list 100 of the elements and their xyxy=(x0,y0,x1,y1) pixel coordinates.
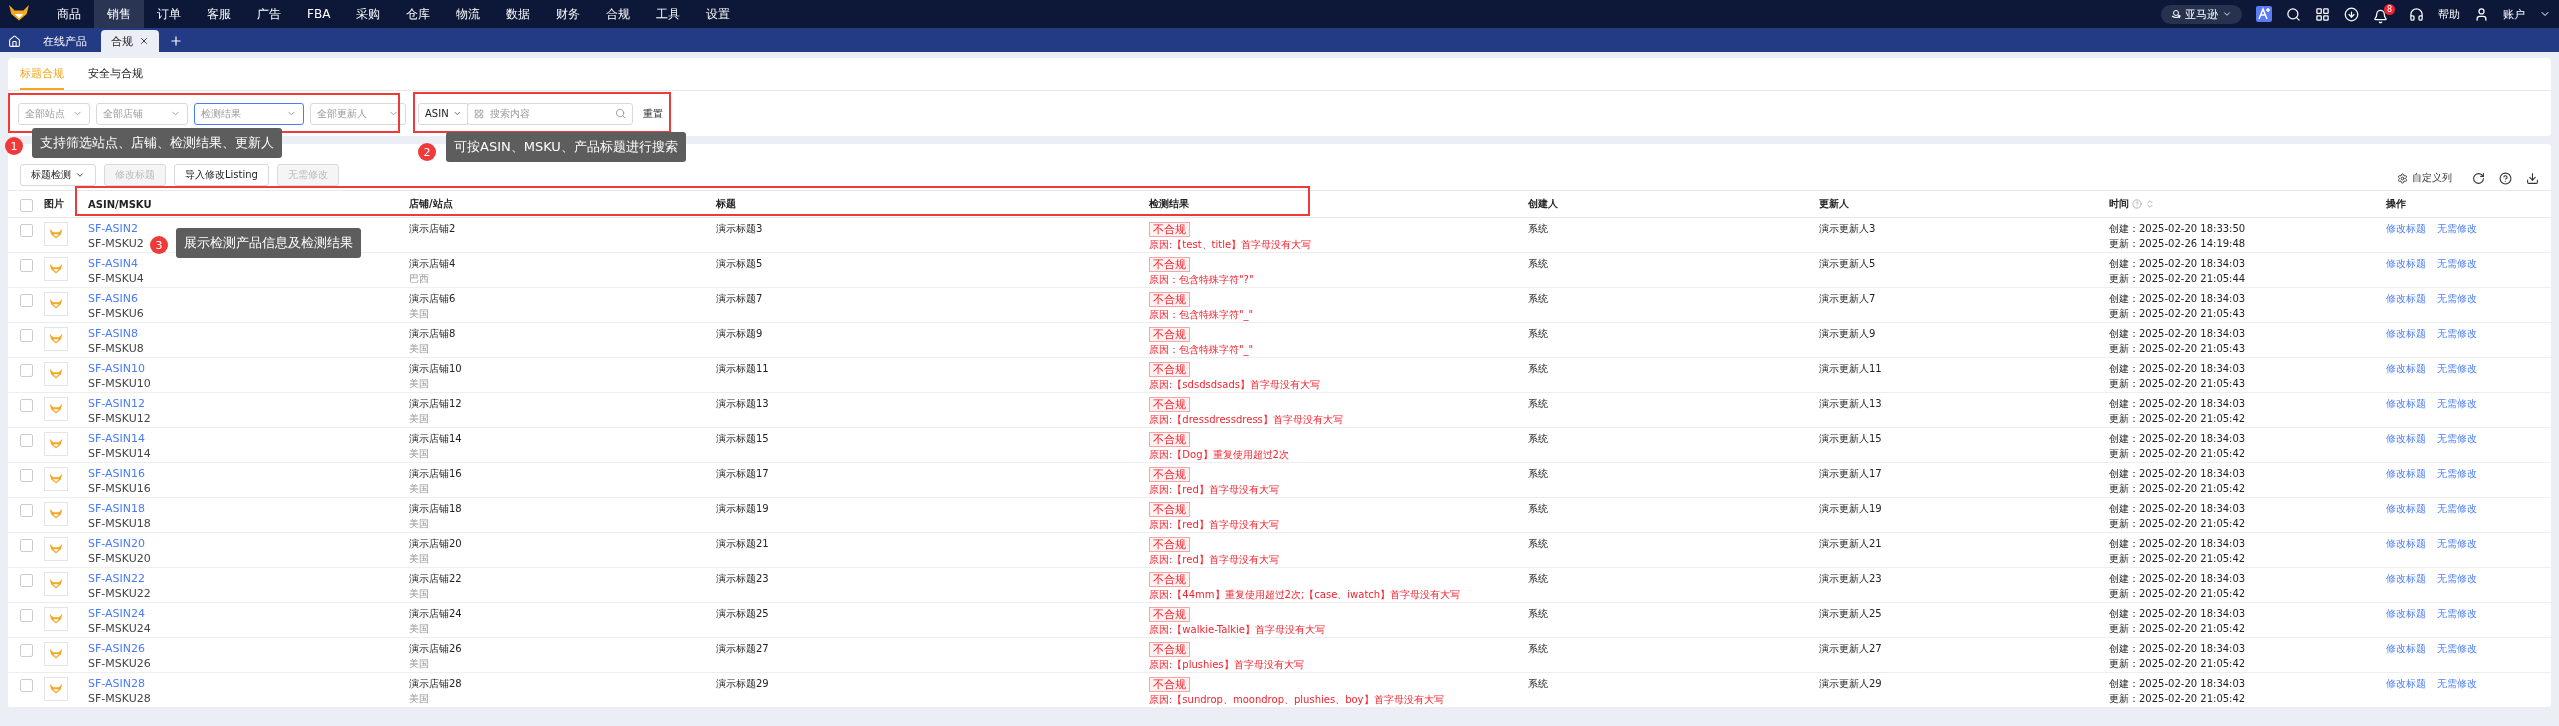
step-badge: 2 xyxy=(418,143,436,161)
filter-select[interactable]: 全部店铺 xyxy=(96,102,188,125)
action-link[interactable]: 修改标题 xyxy=(2386,607,2426,621)
nav-menu-item[interactable]: 设置 xyxy=(693,0,744,28)
platform-selector[interactable]: 亚马逊 xyxy=(2161,4,2242,24)
updater-name: 演示更新人15 xyxy=(1819,432,1882,446)
asin-link[interactable]: SF-ASIN22 xyxy=(88,572,145,586)
action-link[interactable]: 修改标题 xyxy=(2386,362,2426,376)
updated-time: 更新：2025-02-20 21:05:43 xyxy=(2109,342,2246,356)
action-link[interactable]: 无需修改 xyxy=(2437,642,2477,656)
created-time: 创建：2025-02-20 18:34:03 xyxy=(2109,257,2246,271)
title-text: 演示标题25 xyxy=(716,607,769,621)
creator-name: 系统 xyxy=(1528,677,1548,691)
created-time: 创建：2025-02-20 18:34:03 xyxy=(2109,642,2246,656)
nav-menu-item[interactable]: 财务 xyxy=(543,0,594,28)
action-link[interactable]: 无需修改 xyxy=(2437,467,2477,481)
nav-menu-item[interactable]: 客服 xyxy=(194,0,244,28)
nav-menu-item[interactable]: 采购 xyxy=(343,0,394,28)
notification-bell[interactable]: 8 xyxy=(2373,4,2395,24)
action-link[interactable]: 修改标题 xyxy=(2386,257,2426,271)
asin-link[interactable]: SF-ASIN8 xyxy=(88,327,138,341)
nav-menu-item[interactable]: 仓库 xyxy=(393,0,444,28)
search-field[interactable]: 搜索内容 xyxy=(467,102,633,125)
account-menu[interactable]: 账户 xyxy=(2503,6,2525,22)
title-text: 演示标题15 xyxy=(716,432,769,446)
action-link[interactable]: 无需修改 xyxy=(2437,327,2477,341)
updated-time: 更新：2025-02-20 21:05:42 xyxy=(2109,517,2246,531)
action-link[interactable]: 无需修改 xyxy=(2437,432,2477,446)
sub-tab[interactable]: 安全与合规 xyxy=(88,58,143,90)
action-link[interactable]: 修改标题 xyxy=(2386,642,2426,656)
title-text: 演示标题19 xyxy=(716,502,769,516)
action-link[interactable]: 无需修改 xyxy=(2437,502,2477,516)
asin-link[interactable]: SF-ASIN12 xyxy=(88,397,145,411)
action-link[interactable]: 修改标题 xyxy=(2386,572,2426,586)
page-tab[interactable]: 合规 xyxy=(101,30,159,52)
nav-menu-item[interactable]: 工具 xyxy=(643,0,694,28)
updater-name: 演示更新人19 xyxy=(1819,502,1882,516)
page-tab[interactable]: 在线产品 xyxy=(33,30,97,52)
nav-menu-item[interactable]: 合规 xyxy=(593,0,644,28)
asin-link[interactable]: SF-ASIN24 xyxy=(88,607,145,621)
action-link[interactable]: 修改标题 xyxy=(2386,222,2426,236)
sub-tab[interactable]: 标题合规 xyxy=(20,58,64,90)
action-link[interactable]: 无需修改 xyxy=(2437,257,2477,271)
updated-time: 更新：2025-02-20 21:05:43 xyxy=(2109,377,2246,391)
action-link[interactable]: 修改标题 xyxy=(2386,537,2426,551)
asin-link[interactable]: SF-ASIN10 xyxy=(88,362,145,376)
asin-link[interactable]: SF-ASIN6 xyxy=(88,292,138,306)
title-text: 演示标题17 xyxy=(716,467,769,481)
action-link[interactable]: 无需修改 xyxy=(2437,292,2477,306)
action-link[interactable]: 无需修改 xyxy=(2437,362,2477,376)
asin-link[interactable]: SF-ASIN14 xyxy=(88,432,145,446)
filter-select[interactable]: 检测结果 xyxy=(194,102,304,125)
store-name: 演示店铺2 xyxy=(409,222,456,236)
filter-select[interactable]: 全部更新人 xyxy=(310,102,406,125)
action-link[interactable]: 修改标题 xyxy=(2386,467,2426,481)
action-link[interactable]: 无需修改 xyxy=(2437,677,2477,691)
action-link[interactable]: 修改标题 xyxy=(2386,502,2426,516)
asin-link[interactable]: SF-ASIN16 xyxy=(88,467,145,481)
status-tag: 不合规 xyxy=(1149,397,1190,412)
help-link[interactable]: 帮助 xyxy=(2438,6,2460,22)
store-name: 演示店铺28 xyxy=(409,677,462,691)
site-name: 美国 xyxy=(409,412,429,426)
updater-name: 演示更新人7 xyxy=(1819,292,1876,306)
filter-select[interactable]: 全部站点 xyxy=(18,102,90,125)
action-link[interactable]: 无需修改 xyxy=(2437,607,2477,621)
updated-time: 更新：2025-02-20 21:05:42 xyxy=(2109,657,2246,671)
action-link[interactable]: 无需修改 xyxy=(2437,397,2477,411)
action-link[interactable]: 修改标题 xyxy=(2386,677,2426,691)
nav-menu-item[interactable]: 销售 xyxy=(94,0,144,28)
nav-menu-item[interactable]: 订单 xyxy=(144,0,194,28)
created-time: 创建：2025-02-20 18:34:03 xyxy=(2109,362,2246,376)
custom-columns-button[interactable]: 自定义列 xyxy=(2391,170,2458,186)
asin-link[interactable]: SF-ASIN18 xyxy=(88,502,145,516)
action-link[interactable]: 无需修改 xyxy=(2437,537,2477,551)
action-link[interactable]: 修改标题 xyxy=(2386,292,2426,306)
reset-button[interactable]: 重置 xyxy=(639,106,667,121)
nav-menu-item[interactable]: FBA xyxy=(294,0,344,28)
asin-link[interactable]: SF-ASIN28 xyxy=(88,677,145,691)
nav-menu-item[interactable]: 物流 xyxy=(443,0,494,28)
nav-menu-item[interactable]: 商品 xyxy=(44,0,94,28)
asin-link[interactable]: SF-ASIN2 xyxy=(88,222,138,236)
asin-link[interactable]: SF-ASIN20 xyxy=(88,537,145,551)
asin-link[interactable]: SF-ASIN4 xyxy=(88,257,138,271)
nav-menu-item[interactable]: 数据 xyxy=(493,0,544,28)
annotation-tooltip: 支持筛选站点、店铺、检测结果、更新人 xyxy=(32,128,282,158)
title-text: 演示标题3 xyxy=(716,222,763,236)
updated-time: 更新：2025-02-20 21:05:44 xyxy=(2109,272,2246,286)
action-link[interactable]: 修改标题 xyxy=(2386,327,2426,341)
toolbar-button[interactable]: 导入修改Listing xyxy=(174,164,269,186)
action-link[interactable]: 无需修改 xyxy=(2437,572,2477,586)
action-link[interactable]: 无需修改 xyxy=(2437,222,2477,236)
toolbar-button[interactable]: 标题检测 xyxy=(20,164,96,186)
action-link[interactable]: 修改标题 xyxy=(2386,432,2426,446)
asin-link[interactable]: SF-ASIN26 xyxy=(88,642,145,656)
action-link[interactable]: 修改标题 xyxy=(2386,397,2426,411)
title-text: 演示标题23 xyxy=(716,572,769,586)
site-name: 美国 xyxy=(409,692,429,706)
nav-menu-item[interactable]: 广告 xyxy=(244,0,294,28)
reason-text: 原因:【sundrop、moondrop、plushies、boy】首字母没有大写 xyxy=(1149,693,1444,707)
search-type-select[interactable]: ASIN xyxy=(418,102,468,125)
